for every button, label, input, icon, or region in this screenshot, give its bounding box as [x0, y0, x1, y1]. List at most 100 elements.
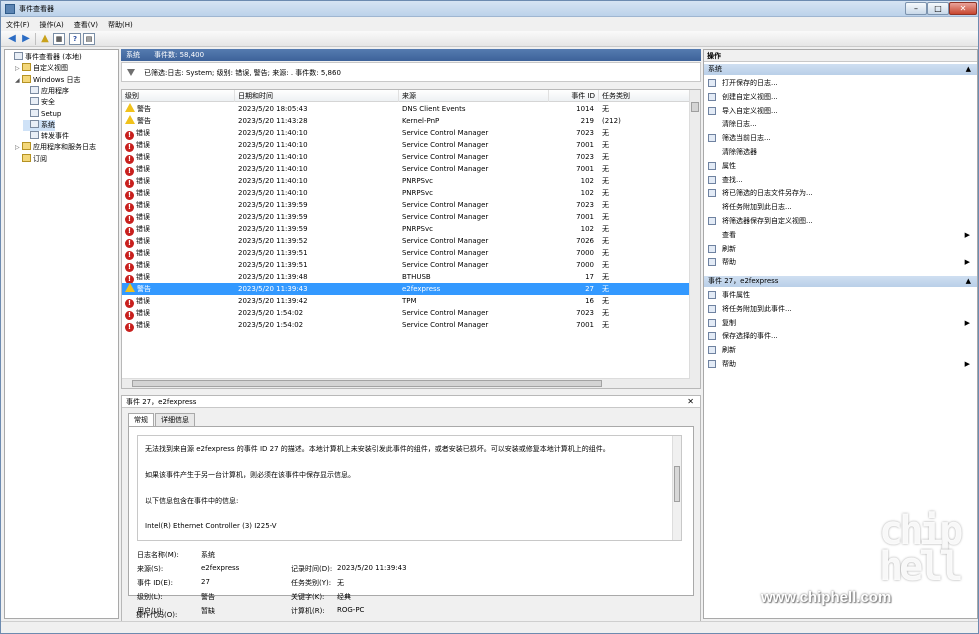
event-datetime: 2023/5/20 11:39:48 — [238, 273, 308, 281]
action-item[interactable]: 创建自定义视图... — [704, 90, 977, 104]
event-row[interactable]: ! 错误 2023/5/20 11:39:48 BTHUSB 17 无 — [122, 271, 690, 284]
action-item[interactable]: 刷新 — [704, 242, 977, 256]
action-item[interactable]: 查找... — [704, 173, 977, 187]
tree-node-label: 订阅 — [33, 154, 47, 163]
actions-section-event[interactable]: 事件 27，e2fexpress ▲ — [704, 276, 977, 287]
event-row[interactable]: ! 错误 2023/5/20 11:39:51 Service Control Man… — [122, 259, 690, 272]
action-item[interactable]: 将已筛选的日志文件另存为... — [704, 186, 977, 200]
tree-node[interactable]: 事件查看器 (本地) — [7, 52, 82, 63]
event-list-vertical-scrollbar[interactable] — [689, 90, 700, 388]
action-item[interactable]: 刷新 — [704, 343, 977, 357]
action-item[interactable]: 帮助 ▶ — [704, 357, 977, 371]
collapse-icon[interactable]: ▲ — [966, 276, 971, 287]
scroll-thumb[interactable] — [674, 466, 680, 502]
tree-node[interactable]: ▷ 应用程序和服务日志 — [15, 142, 96, 153]
column-source[interactable]: 来源 — [399, 90, 549, 102]
action-item[interactable]: 事件属性 — [704, 288, 977, 302]
action-item[interactable]: 复制 ▶ — [704, 316, 977, 330]
up-folder-icon[interactable]: ▲ — [39, 33, 51, 45]
action-item[interactable]: 将任务附加到此事件... — [704, 302, 977, 316]
minimize-button[interactable]: – — [905, 2, 927, 15]
event-level-text: 警告 — [137, 285, 151, 293]
event-level-text: 错误 — [136, 321, 150, 329]
description-scrollbar[interactable] — [672, 436, 681, 540]
column-event-id[interactable]: 事件 ID — [549, 90, 599, 102]
actions-section-log[interactable]: 系统 ▲ — [704, 64, 977, 75]
action-item[interactable]: 查看 ▶ — [704, 228, 977, 242]
event-list[interactable]: 级别 日期和时间 来源 事件 ID 任务类别 警告 2023/5/20 18:05… — [121, 89, 701, 389]
tab-details[interactable]: 详细信息 — [155, 413, 195, 426]
event-id: 7023 — [576, 201, 594, 209]
column-datetime[interactable]: 日期和时间 — [235, 90, 399, 102]
event-description[interactable]: 无法找到来自源 e2fexpress 的事件 ID 27 的描述。本地计算机上未… — [137, 435, 682, 541]
tree-node[interactable]: 应用程序 — [23, 85, 69, 97]
column-level[interactable]: 级别 — [122, 90, 235, 102]
action-item[interactable]: 将任务附加到此日志... — [704, 200, 977, 214]
tab-general[interactable]: 常规 — [128, 413, 154, 426]
event-row[interactable]: ! 错误 2023/5/20 11:39:51 Service Control Man… — [122, 247, 690, 260]
column-task-category[interactable]: 任务类别 — [599, 90, 690, 102]
maximize-button[interactable]: □ — [927, 2, 949, 15]
event-row[interactable]: ! 错误 2023/5/20 11:39:59 Service Control Man… — [122, 199, 690, 212]
event-row[interactable]: ! 错误 2023/5/20 11:40:10 Service Control Man… — [122, 139, 690, 152]
action-item[interactable]: 导入自定义视图... — [704, 104, 977, 118]
event-level-text: 错误 — [136, 309, 150, 317]
forward-arrow-icon[interactable]: ▶ — [20, 33, 32, 45]
event-row[interactable]: ! 错误 2023/5/20 11:40:10 PNRPSvc 102 无 — [122, 187, 690, 200]
event-row[interactable]: ! 错误 2023/5/20 11:40:10 Service Control Man… — [122, 163, 690, 176]
action-item[interactable]: 打开保存的日志... — [704, 76, 977, 90]
scroll-thumb[interactable] — [132, 380, 602, 387]
expand-arrow-icon[interactable]: ▷ — [15, 142, 22, 153]
show-hide-tree-icon[interactable]: ▦ — [53, 33, 65, 45]
tree-node[interactable]: ◢ Windows 日志 — [15, 74, 81, 86]
close-icon[interactable]: ✕ — [687, 397, 694, 407]
event-task-category: 无 — [602, 321, 609, 329]
action-item[interactable]: 清除筛选器 — [704, 145, 977, 159]
menu-help[interactable]: 帮助(H) — [103, 18, 138, 32]
action-item[interactable]: 清除日志... — [704, 117, 977, 131]
tree-node[interactable]: ▷ 自定义视图 — [15, 63, 68, 74]
action-item[interactable]: 筛选当前日志... — [704, 131, 977, 145]
event-row[interactable]: ! 错误 2023/5/20 11:39:59 Service Control Man… — [122, 211, 690, 224]
expand-arrow-icon[interactable]: ▷ — [15, 63, 22, 74]
action-item[interactable]: 属性 — [704, 159, 977, 173]
event-id: 7023 — [576, 129, 594, 137]
tree-node[interactable]: Setup — [23, 108, 61, 120]
menu-action[interactable]: 操作(A) — [35, 18, 69, 32]
event-row[interactable]: ! 错误 2023/5/20 11:39:59 PNRPSvc 102 无 — [122, 223, 690, 236]
event-row[interactable]: ! 错误 2023/5/20 11:39:42 TPM 16 无 — [122, 295, 690, 308]
close-button[interactable]: ✕ — [949, 2, 977, 15]
log-name-value: 系统 — [201, 551, 215, 559]
tree-node[interactable]: 转发事件 — [23, 131, 69, 142]
help-icon[interactable]: ? — [69, 33, 81, 45]
event-level: 警告 — [125, 115, 151, 127]
tree-node[interactable]: 订阅 — [15, 153, 47, 165]
event-row[interactable]: 警告 2023/5/20 11:39:43 e2fexpress 27 无 — [122, 283, 690, 295]
action-label: 刷新 — [722, 244, 736, 253]
action-item[interactable]: 保存选择的事件... — [704, 329, 977, 343]
tree-node-label: Windows 日志 — [33, 75, 81, 84]
show-hide-actions-icon[interactable]: ▤ — [83, 33, 95, 45]
tree-node[interactable]: 系统 — [23, 119, 55, 131]
event-row[interactable]: ! 错误 2023/5/20 11:40:10 PNRPSvc 102 无 — [122, 175, 690, 188]
event-datetime: 2023/5/20 11:40:10 — [238, 177, 308, 185]
tree-node[interactable]: 安全 — [23, 97, 55, 108]
event-id: 17 — [585, 273, 594, 281]
menu-file[interactable]: 文件(F) — [1, 18, 35, 32]
expand-arrow-icon[interactable]: ◢ — [15, 75, 22, 86]
scroll-thumb[interactable] — [691, 102, 699, 112]
event-row[interactable]: ! 错误 2023/5/20 11:40:10 Service Control Man… — [122, 127, 690, 140]
back-arrow-icon[interactable]: ◀ — [6, 33, 18, 45]
menu-view[interactable]: 查看(V) — [69, 18, 103, 32]
event-row[interactable]: ! 错误 2023/5/20 11:40:10 Service Control Man… — [122, 151, 690, 164]
event-list-horizontal-scrollbar[interactable] — [122, 378, 690, 388]
action-item[interactable]: 将筛选器保存到自定义视图... — [704, 214, 977, 228]
event-row[interactable]: 警告 2023/5/20 11:43:28 Kernel-PnP 219 (212) — [122, 115, 690, 127]
action-item[interactable]: 帮助 ▶ — [704, 255, 977, 269]
event-row[interactable]: 警告 2023/5/20 18:05:43 DNS Client Events 101… — [122, 103, 690, 115]
title-bar[interactable]: 事件查看器 – □ ✕ — [1, 1, 978, 17]
collapse-icon[interactable]: ▲ — [966, 64, 971, 75]
event-row[interactable]: ! 错误 2023/5/20 1:54:02 Service Control Mana… — [122, 307, 690, 320]
event-row[interactable]: ! 错误 2023/5/20 11:39:52 Service Control Man… — [122, 235, 690, 248]
event-row[interactable]: ! 错误 2023/5/20 1:54:02 Service Control Mana… — [122, 319, 690, 332]
